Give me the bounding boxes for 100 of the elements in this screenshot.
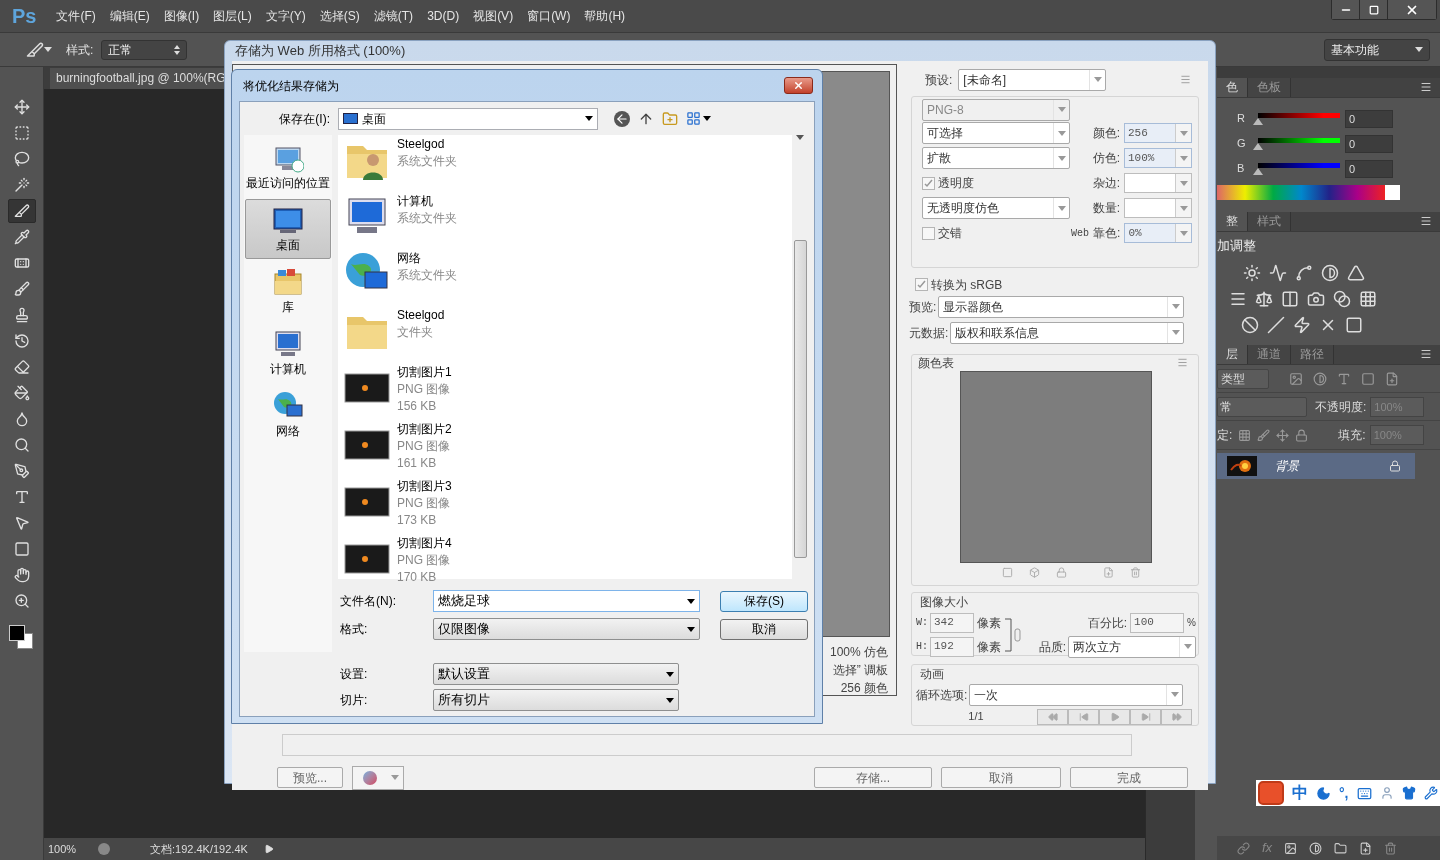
layer-row[interactable]: 背景 [1217,453,1415,479]
slider-thumb[interactable] [1253,168,1263,175]
menu-item[interactable]: 帮助(H) [584,7,626,25]
checkbox[interactable] [922,176,935,190]
file-item[interactable]: 网络 系统文件夹 [338,250,792,307]
file-item[interactable]: 切割图片3 PNG 图像 173 KB [338,478,792,535]
done-button[interactable]: 完成 [1070,767,1188,788]
height-field[interactable]: 192 [930,636,974,657]
channel-value[interactable]: 0 [1345,109,1393,128]
circles-icon[interactable] [1333,289,1351,308]
preview-button[interactable]: 预览... [277,767,343,788]
preview-select[interactable]: 显示器颜色 [938,295,1185,318]
menu-item[interactable]: 滤镜(T) [373,7,414,25]
menu-item[interactable]: 图层(L) [213,7,252,25]
color-spectrum[interactable] [1217,185,1400,200]
menu-item[interactable]: 窗口(W) [527,7,571,25]
image-icon[interactable] [1289,371,1303,386]
blend-mode-select[interactable]: 常 [1217,396,1307,417]
style-select[interactable]: 正常 [101,39,188,60]
checker-icon[interactable] [1238,428,1252,442]
save-button[interactable]: 存储... [814,767,932,788]
minimize-button[interactable] [1332,0,1360,19]
panel-tab[interactable]: 色 [1217,78,1248,97]
trash-icon[interactable] [1384,841,1398,855]
bolt-icon[interactable] [1293,315,1311,334]
knife-icon[interactable] [26,40,44,59]
input-mode-toggle[interactable]: 中 [1292,781,1308,805]
place-item[interactable]: 计算机 [245,323,331,383]
sun-icon[interactable] [1243,263,1261,282]
option-select[interactable]: 扩散 [922,147,1070,169]
keyboard-icon[interactable] [1356,785,1372,801]
option-field[interactable] [1124,173,1192,193]
checkbox[interactable] [922,226,935,240]
expand-arrow-icon[interactable] [263,844,274,854]
menu-item[interactable]: 文件(F) [56,7,96,25]
back-icon[interactable] [614,110,630,127]
curve-icon[interactable] [1295,263,1313,282]
file-item[interactable]: 切割图片1 PNG 图像 156 KB [338,364,792,421]
quality-select[interactable]: 两次立方 [1068,635,1196,658]
option-select[interactable]: 可选择 [922,122,1070,144]
menu-item[interactable]: 选择(S) [319,7,360,25]
no-entry-icon[interactable] [1241,315,1259,334]
place-item[interactable]: 桌面 [245,199,331,259]
scale-icon[interactable] [1255,289,1273,308]
page-icon[interactable] [1385,371,1399,386]
workspace-select[interactable]: 基本功能 [1324,38,1430,61]
view-menu-button[interactable] [686,111,711,126]
new-layer-icon[interactable] [1359,841,1373,855]
contrast-icon[interactable] [1313,371,1327,386]
cancel-button[interactable]: 取消 [720,618,808,640]
loop-select[interactable]: 一次 [969,683,1184,706]
filename-field[interactable]: 燃烧足球 [433,590,700,612]
panel-menu-icon[interactable] [1420,81,1432,93]
triangle-icon[interactable] [1347,263,1365,282]
option-field[interactable]: 100% [1124,148,1192,168]
ime-logo-icon[interactable] [1258,781,1284,805]
tool-button[interactable] [7,199,36,223]
panel-tab[interactable]: 层 [1217,345,1248,364]
menu-item[interactable]: 编辑(E) [109,7,150,25]
panel-menu-icon[interactable] [1420,348,1432,360]
maximize-button[interactable] [1360,0,1388,19]
mask-icon[interactable] [1284,841,1298,855]
type-icon[interactable] [1337,371,1351,386]
save-button[interactable]: 保存(S) [720,590,808,612]
option-field[interactable]: 256 [1124,123,1192,143]
color-swatches[interactable] [8,625,35,651]
location-select[interactable]: 桌面 [338,107,598,130]
width-field[interactable]: 342 [930,612,974,633]
browser-select[interactable] [352,765,404,790]
panel-tab[interactable]: 整 [1217,212,1248,231]
square-icon[interactable] [1345,315,1363,334]
waveform-icon[interactable] [1269,263,1287,282]
option-select[interactable]: 无透明度仿色 [922,197,1070,219]
slider-thumb[interactable] [1253,143,1263,150]
wrench-icon[interactable] [1423,786,1438,800]
zoom-level[interactable]: 100% [48,840,98,858]
slices-select[interactable]: 所有切片 [433,689,679,711]
place-item[interactable]: 最近访问的位置 [245,137,331,197]
file-item[interactable]: Steelgod 系统文件夹 [338,136,792,193]
preset-select[interactable]: [未命名] [958,68,1107,91]
move-icon[interactable] [1276,428,1290,442]
menu-item[interactable]: 图像(I) [163,7,200,25]
columns-icon[interactable] [1281,289,1299,308]
lock-icon[interactable] [1295,428,1309,442]
close-button[interactable] [784,77,813,94]
option-field[interactable]: 0% [1124,223,1192,243]
settings-select[interactable]: 默认设置 [433,663,679,685]
panel-menu-icon[interactable] [1420,215,1432,227]
format-select[interactable]: 仅限图像 [433,618,700,640]
layer-filter-select[interactable]: 类型 [1217,368,1269,389]
moon-icon[interactable] [1316,785,1331,801]
close-button[interactable] [1388,0,1436,19]
camera-icon[interactable] [1307,289,1325,308]
place-item[interactable]: 库 [245,261,331,321]
menu-item[interactable]: 文字(Y) [265,7,306,25]
checkbox[interactable] [915,278,928,291]
contrast-icon[interactable] [1309,841,1323,855]
channel-value[interactable]: 0 [1345,159,1393,178]
cancel-button[interactable]: 取消 [941,767,1061,788]
folder-icon[interactable] [1334,841,1348,855]
